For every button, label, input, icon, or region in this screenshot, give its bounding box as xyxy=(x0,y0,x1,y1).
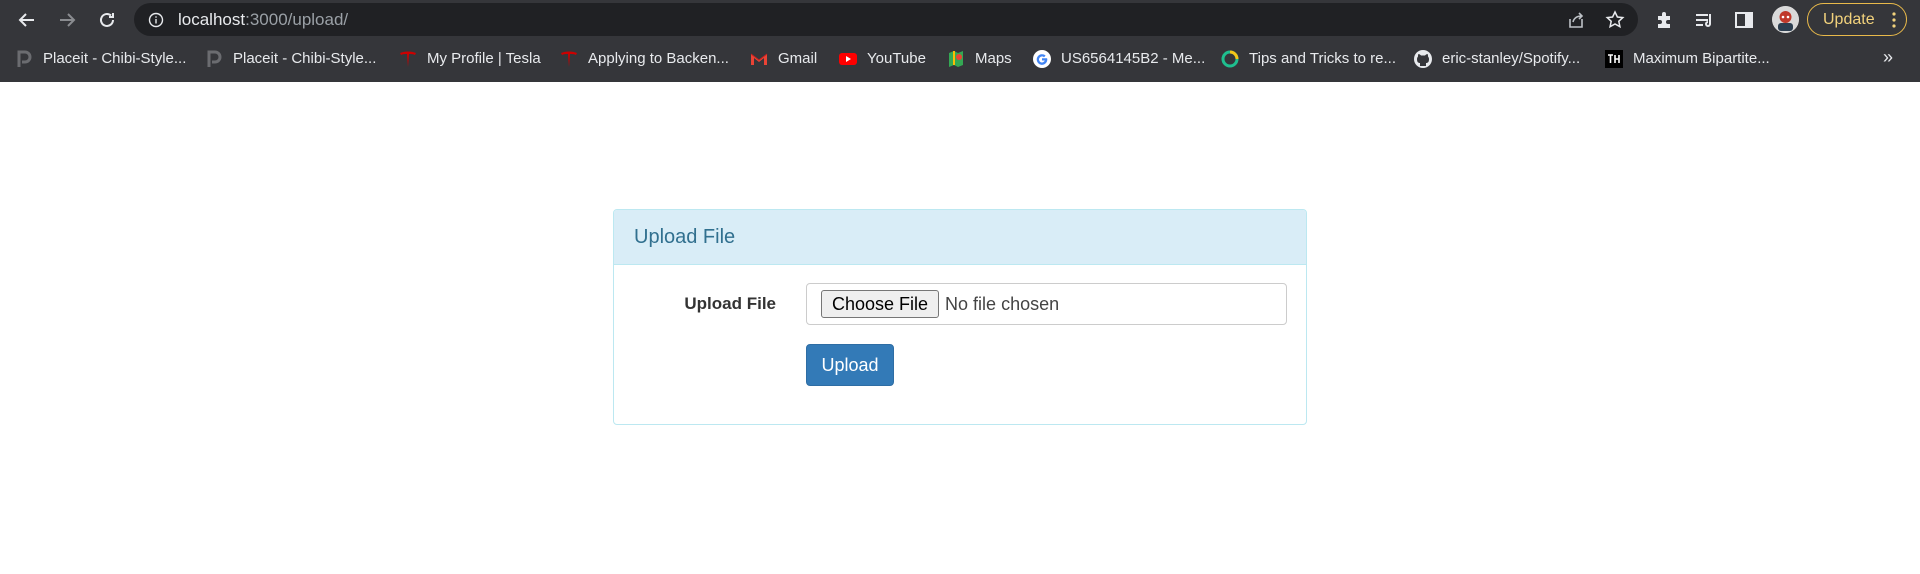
bookmarks-overflow-button[interactable]: » xyxy=(1883,47,1893,68)
site-info-icon[interactable] xyxy=(148,12,164,28)
url-text[interactable]: localhost:3000/upload/ xyxy=(178,3,348,36)
tesla-icon xyxy=(398,49,418,69)
more-vert-icon xyxy=(1892,12,1896,28)
upload-panel: Upload File Upload File Choose File No f… xyxy=(613,209,1307,425)
reload-icon xyxy=(100,12,114,27)
bookmark-label: Gmail xyxy=(778,50,818,67)
back-button[interactable] xyxy=(13,6,41,34)
no-file-text: No file chosen xyxy=(945,293,1060,314)
reload-button[interactable] xyxy=(93,6,121,34)
bookmark-item[interactable]: Maximum Bipartite... xyxy=(1604,39,1770,78)
bookmark-item[interactable]: Placeit - Chibi-Style... xyxy=(14,39,186,78)
upload-file-label: Upload File xyxy=(684,294,776,313)
url-path: :3000/upload/ xyxy=(245,10,349,29)
th-icon xyxy=(1604,49,1624,69)
bookmark-item[interactable]: Applying to Backen... xyxy=(559,39,729,78)
browser-toolbar: localhost:3000/upload/ Update xyxy=(0,0,1920,39)
maps-icon xyxy=(946,49,966,69)
ring-icon xyxy=(1220,49,1240,69)
bookmark-label: Tips and Tricks to re... xyxy=(1249,50,1396,67)
github-icon xyxy=(1413,49,1433,69)
share-icon[interactable] xyxy=(1566,10,1586,30)
bookmark-item[interactable]: Maps xyxy=(946,39,1012,78)
bookmark-label: Applying to Backen... xyxy=(588,50,729,67)
bookmark-label: Maps xyxy=(975,50,1012,67)
youtube-icon xyxy=(838,49,858,69)
bookmark-label: YouTube xyxy=(867,50,926,67)
bookmark-item[interactable]: US6564145B2 - Me... xyxy=(1032,39,1205,78)
address-bar[interactable]: localhost:3000/upload/ xyxy=(134,3,1638,36)
star-icon[interactable] xyxy=(1605,10,1625,30)
placeit-icon xyxy=(14,49,34,69)
choose-file-button[interactable]: Choose File xyxy=(821,290,940,318)
extensions-icon[interactable] xyxy=(1653,9,1675,31)
gmail-icon xyxy=(749,49,769,69)
bookmark-item[interactable]: YouTube xyxy=(838,39,926,78)
bookmark-label: My Profile | Tesla xyxy=(427,50,541,67)
bookmark-label: eric-stanley/Spotify... xyxy=(1442,50,1581,67)
panel-title: Upload File xyxy=(634,225,736,248)
avatar[interactable] xyxy=(1772,6,1799,33)
profile-avatar-icon xyxy=(1772,6,1799,33)
arrow-right-icon xyxy=(60,13,76,27)
update-label: Update xyxy=(1823,10,1875,28)
bookmark-item[interactable]: Gmail xyxy=(749,39,817,78)
forward-button[interactable] xyxy=(53,6,81,34)
bookmark-label: Placeit - Chibi-Style... xyxy=(43,50,187,67)
arrow-left-icon xyxy=(18,13,34,27)
placeit-icon xyxy=(204,49,224,69)
url-host: localhost xyxy=(178,10,246,29)
file-input[interactable]: Choose File No file chosen xyxy=(806,283,1287,325)
bookmarks-bar: Placeit - Chibi-Style... Placeit - Chibi… xyxy=(0,39,1920,82)
bookmark-label: Placeit - Chibi-Style... xyxy=(233,50,377,67)
side-panel-icon[interactable] xyxy=(1733,9,1755,31)
reading-list-icon[interactable] xyxy=(1693,9,1715,31)
update-button[interactable]: Update xyxy=(1807,3,1907,36)
tesla-icon xyxy=(559,49,579,69)
bookmark-item[interactable]: My Profile | Tesla xyxy=(398,39,541,78)
bookmark-label: Maximum Bipartite... xyxy=(1633,50,1770,67)
bookmark-label: US6564145B2 - Me... xyxy=(1061,50,1206,67)
bookmark-item[interactable]: Tips and Tricks to re... xyxy=(1220,39,1396,78)
bookmark-item[interactable]: eric-stanley/Spotify... xyxy=(1413,39,1580,78)
google-icon xyxy=(1032,49,1052,69)
bookmark-item[interactable]: Placeit - Chibi-Style... xyxy=(204,39,376,78)
upload-button[interactable]: Upload xyxy=(806,344,894,386)
panel-heading: Upload File xyxy=(614,210,1306,265)
